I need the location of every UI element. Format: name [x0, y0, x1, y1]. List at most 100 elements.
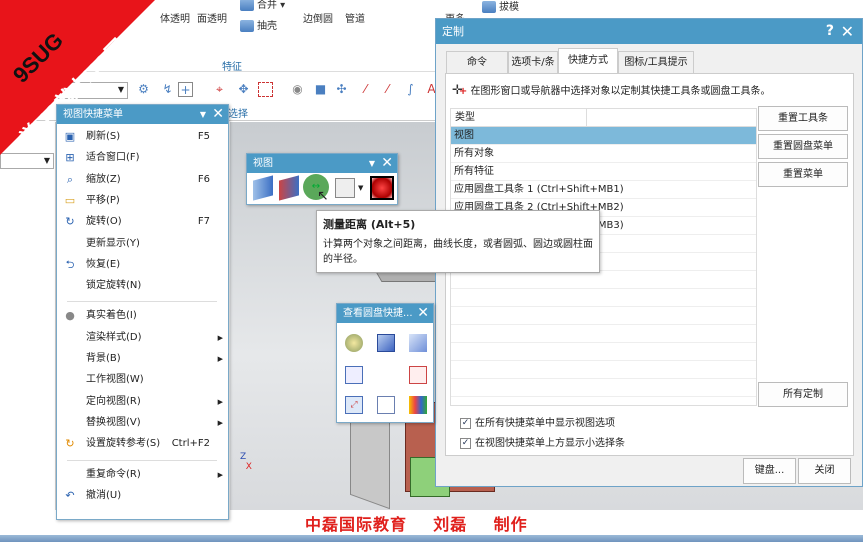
snap-point-icon[interactable]: ✥: [236, 82, 251, 97]
menu-item[interactable]: ↶ 撤消(U): [57, 486, 228, 506]
help-icon[interactable]: ?: [826, 19, 834, 44]
navigator-pane: [0, 122, 56, 510]
view-icon[interactable]: ◉: [290, 82, 305, 97]
menu-item[interactable]: 重复命令(R) ▶: [57, 465, 228, 485]
move-icon[interactable]: ✣: [334, 82, 349, 97]
close-button[interactable]: 关闭: [798, 458, 851, 484]
menu-item[interactable]: ⌕ 缩放(Z) F6: [57, 170, 228, 190]
menu-item-label: 恢复(E): [86, 258, 121, 270]
menu-item[interactable]: 背景(B) ▶: [57, 349, 228, 369]
tab-icons-tooltips[interactable]: 图标/工具提示: [618, 51, 694, 73]
list-item[interactable]: [451, 271, 756, 289]
checkbox-label: 在所有快捷菜单中显示视图选项: [475, 418, 615, 429]
menu-separator: [67, 459, 217, 461]
rectangle-select-icon[interactable]: [258, 82, 273, 97]
checkbox-checked-icon[interactable]: ✓: [460, 417, 471, 429]
menu-item[interactable]: 替换视图(V) ▶: [57, 413, 228, 433]
menu-item[interactable]: ⊞ 适合窗口(F): [57, 148, 228, 168]
edge-blend-button[interactable]: 边倒圆: [303, 10, 333, 25]
cube-icon[interactable]: ■: [313, 82, 328, 97]
orient-view-icon[interactable]: [345, 366, 363, 384]
display-mode-icon[interactable]: [335, 178, 355, 198]
reset-radial-menu-button[interactable]: 重置圆盘菜单: [758, 134, 848, 159]
wireframe-icon[interactable]: [377, 396, 395, 414]
view-toolbar-titlebar[interactable]: 视图 ▼ ✕: [247, 154, 397, 173]
menu-item-label: 渲染样式(D): [86, 331, 142, 343]
menu-item[interactable]: 锁定旋转(N): [57, 276, 228, 296]
menu-item-label: 真实着色(I): [86, 310, 137, 322]
menu-item[interactable]: ↻ 设置旋转参考(S) Ctrl+F2: [57, 434, 228, 454]
shell-button[interactable]: 抽壳: [240, 17, 277, 32]
list-item[interactable]: [451, 307, 756, 325]
context-menu-titlebar[interactable]: 视图快捷菜单 ▼ ✕: [57, 105, 228, 124]
menu-item[interactable]: ▣ 刷新(S) F5: [57, 127, 228, 147]
close-icon[interactable]: ✕: [417, 304, 429, 323]
list-item[interactable]: [451, 379, 756, 397]
curve-icon[interactable]: ∫: [403, 82, 418, 97]
list-item[interactable]: 视图: [451, 127, 756, 145]
checkbox-checked-icon[interactable]: ✓: [460, 437, 471, 449]
tube-button[interactable]: 管道: [345, 10, 365, 25]
shell-label: 抽壳: [257, 21, 277, 32]
section-view-icon[interactable]: [253, 175, 273, 201]
tab-shortcuts[interactable]: 快捷方式: [558, 48, 618, 74]
dialog-titlebar[interactable]: 定制? ✕: [436, 19, 862, 44]
list-item[interactable]: 所有对象: [451, 145, 756, 163]
body-transparent-button[interactable]: 体透明: [160, 10, 190, 25]
chevron-down-icon[interactable]: ▼: [200, 105, 206, 124]
shaded-icon[interactable]: [409, 334, 427, 352]
select-icon[interactable]: ↯: [160, 82, 175, 97]
draft-button[interactable]: 拔模: [482, 0, 519, 13]
menu-item[interactable]: ▭ 平移(P): [57, 191, 228, 211]
submenu-arrow-icon: ▶: [217, 397, 223, 406]
clip-section-icon[interactable]: [279, 175, 299, 201]
chevron-down-icon[interactable]: ▼: [369, 154, 375, 173]
menu-item[interactable]: ↻ 旋转(O) F7: [57, 212, 228, 232]
navigator-dropdown[interactable]: [0, 153, 54, 169]
list-item[interactable]: 所有特征: [451, 163, 756, 181]
radial-toolbar-titlebar[interactable]: 查看圆盘快捷... ✕: [337, 304, 433, 323]
list-item[interactable]: [451, 361, 756, 379]
replace-view-icon[interactable]: [409, 366, 427, 384]
face-transparent-button[interactable]: 面透明: [197, 10, 227, 25]
list-item[interactable]: [451, 343, 756, 361]
reset-toolbar-button[interactable]: 重置工具条: [758, 106, 848, 131]
close-icon[interactable]: ✕: [381, 154, 393, 173]
taskbar: [0, 535, 863, 542]
line2-icon[interactable]: ⁄: [380, 82, 395, 97]
menu-item[interactable]: ⮌ 恢复(E): [57, 255, 228, 275]
menu-item[interactable]: 工作视图(W): [57, 370, 228, 390]
list-item[interactable]: [451, 325, 756, 343]
close-icon[interactable]: ✕: [212, 105, 224, 124]
render-style-icon[interactable]: [409, 396, 427, 414]
close-icon[interactable]: ✕: [841, 19, 854, 44]
show-selection-bar-checkbox[interactable]: ✓ 在视图快捷菜单上方显示小选择条: [460, 434, 625, 449]
restore-icon: ⮌: [65, 257, 75, 271]
line-icon[interactable]: ⁄: [358, 82, 373, 97]
reset-menu-button[interactable]: 重置菜单: [758, 162, 848, 187]
select-box-icon[interactable]: +: [178, 82, 193, 97]
menu-item[interactable]: 更新显示(Y): [57, 234, 228, 254]
submenu-arrow-icon: ▶: [217, 355, 223, 363]
unite-button[interactable]: 合并 ▾: [240, 0, 285, 11]
tab-tabs-bars[interactable]: 选项卡/条: [508, 51, 558, 73]
show-view-options-checkbox[interactable]: ✓ 在所有快捷菜单中显示视图选项: [460, 414, 615, 429]
fit-window-icon[interactable]: ⤢: [345, 396, 363, 414]
list-header[interactable]: 类型: [451, 109, 756, 127]
snap-icon[interactable]: ⌖: [212, 82, 227, 97]
list-item[interactable]: [451, 289, 756, 307]
menu-item-shortcut: F6: [197, 173, 210, 185]
shaded-with-edges-icon[interactable]: [377, 334, 395, 352]
menu-item[interactable]: 定向视图(R) ▶: [57, 392, 228, 412]
chevron-down-icon[interactable]: ▼: [358, 178, 366, 198]
shaded-cube-icon[interactable]: [370, 176, 394, 200]
all-customizations-button[interactable]: 所有定制: [758, 382, 848, 407]
keyboard-button[interactable]: 键盘...: [743, 458, 796, 484]
true-shading-icon[interactable]: [345, 334, 363, 352]
tab-commands[interactable]: 命令: [446, 51, 508, 73]
info-label: 在图形窗口或导航器中选择对象以定制其快捷工具条或圆盘工具条。: [470, 86, 771, 97]
list-item[interactable]: 应用圆盘工具条 1 (Ctrl+Shift+MB1): [451, 181, 756, 199]
dialog-title: 定制: [442, 25, 464, 38]
menu-item[interactable]: ● 真实着色(I): [57, 306, 228, 326]
menu-item[interactable]: 渲染样式(D) ▶: [57, 328, 228, 348]
